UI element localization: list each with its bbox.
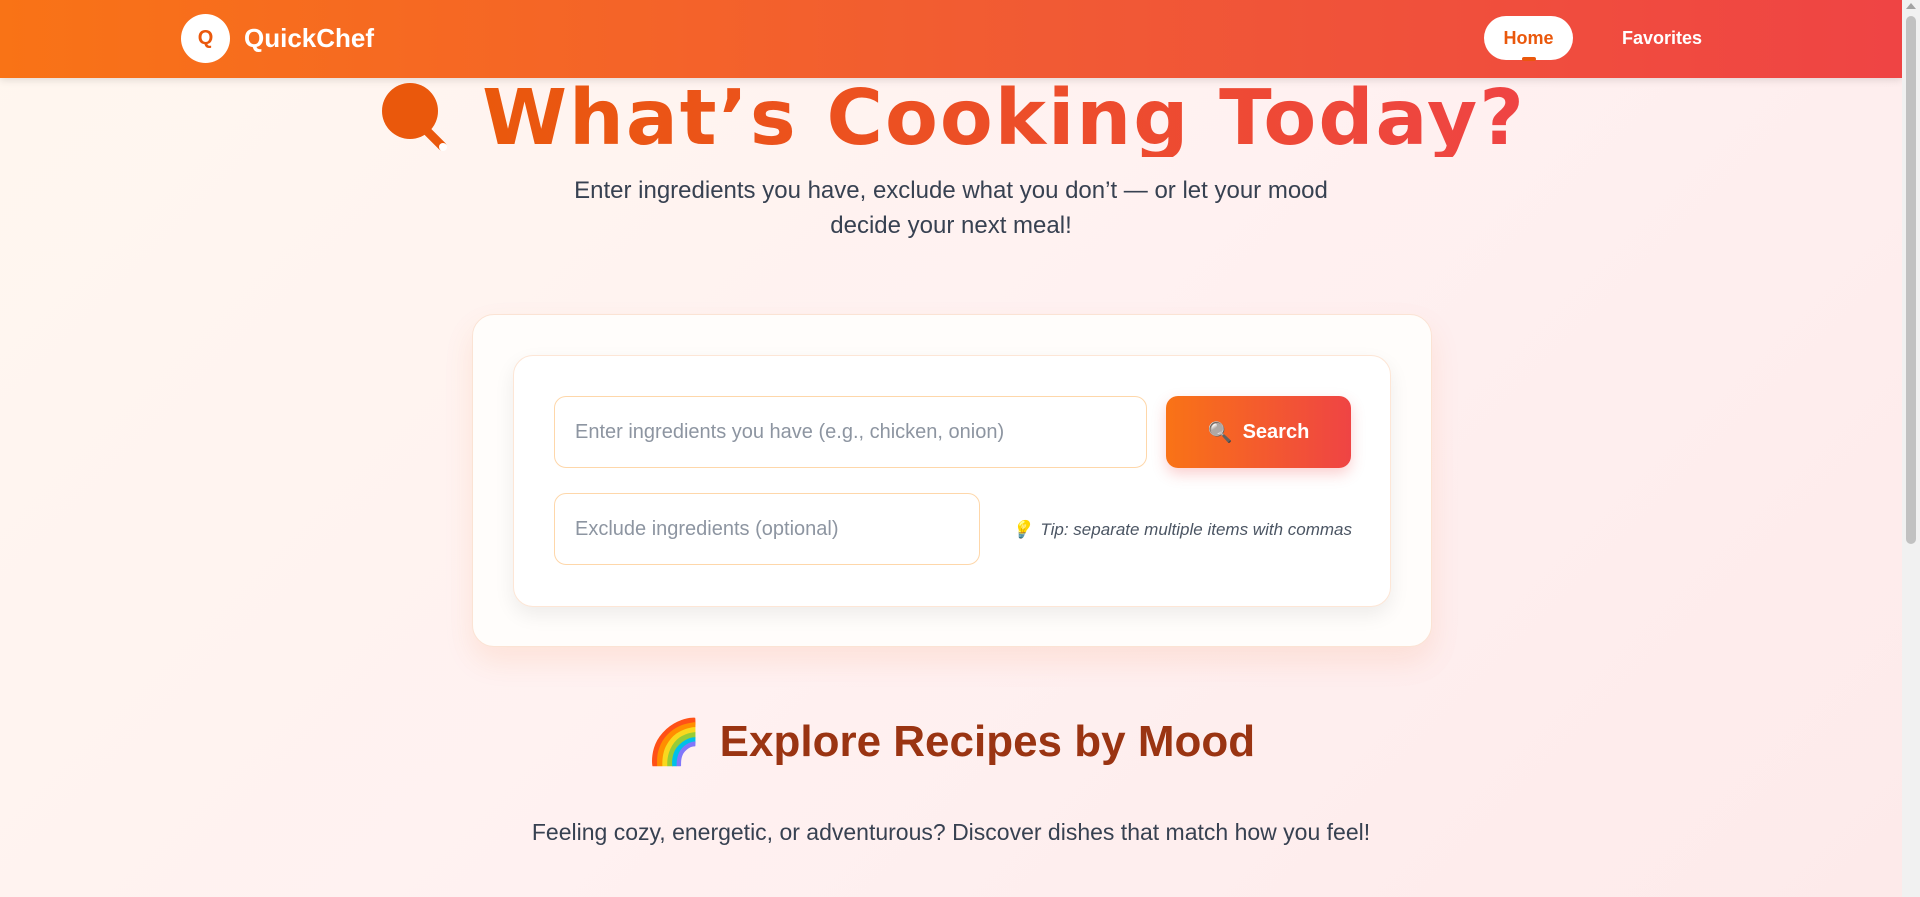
page-scrollbar[interactable] xyxy=(1902,0,1920,897)
nav-link-favorites-label: Favorites xyxy=(1621,27,1703,48)
nav-link-home-label: Home xyxy=(1503,27,1554,48)
magnifier-icon xyxy=(382,83,448,151)
hero-title-text: What’s Cooking Today? xyxy=(482,73,1526,163)
top-navbar: Q QuickChef Home Favorites xyxy=(0,0,1902,78)
mood-section-title: 🌈 Explore Recipes by Mood xyxy=(0,716,1902,768)
brand-logo[interactable]: Q QuickChef xyxy=(181,14,374,63)
search-panel: 🔍 Search 💡 Tip: separate multiple items … xyxy=(472,314,1432,647)
logo-badge: Q xyxy=(181,14,230,63)
search-tip: 💡 Tip: separate multiple items with comm… xyxy=(1007,518,1352,542)
nav-link-home[interactable]: Home xyxy=(1484,16,1573,61)
lightbulb-icon: 💡 xyxy=(1011,520,1033,539)
hero-title: What’s Cooking Today? xyxy=(0,78,1902,158)
mood-section-subtitle: Feeling cozy, energetic, or adventurous?… xyxy=(531,819,1371,845)
active-indicator xyxy=(1522,57,1536,61)
rainbow-icon: 🌈 xyxy=(646,718,702,767)
brand-name: QuickChef xyxy=(244,23,375,53)
search-icon: 🔍 xyxy=(1207,421,1233,444)
hero-subtitle: Enter ingredients you have, exclude what… xyxy=(574,177,1328,239)
logo-letter: Q xyxy=(197,27,214,49)
ingredients-input[interactable] xyxy=(554,396,1147,468)
scrollbar-thumb[interactable] xyxy=(1906,16,1916,544)
exclude-ingredients-input[interactable] xyxy=(554,493,980,565)
search-button-label: Search xyxy=(1242,420,1310,443)
search-button[interactable]: 🔍 Search xyxy=(1166,396,1351,468)
nav-link-favorites[interactable]: Favorites xyxy=(1605,16,1719,60)
scroll-up-arrow-icon[interactable] xyxy=(1906,3,1916,9)
mood-title-text: Explore Recipes by Mood xyxy=(719,717,1256,766)
search-form: 🔍 Search 💡 Tip: separate multiple items … xyxy=(513,355,1391,607)
search-tip-text: Tip: separate multiple items with commas xyxy=(1040,520,1352,539)
